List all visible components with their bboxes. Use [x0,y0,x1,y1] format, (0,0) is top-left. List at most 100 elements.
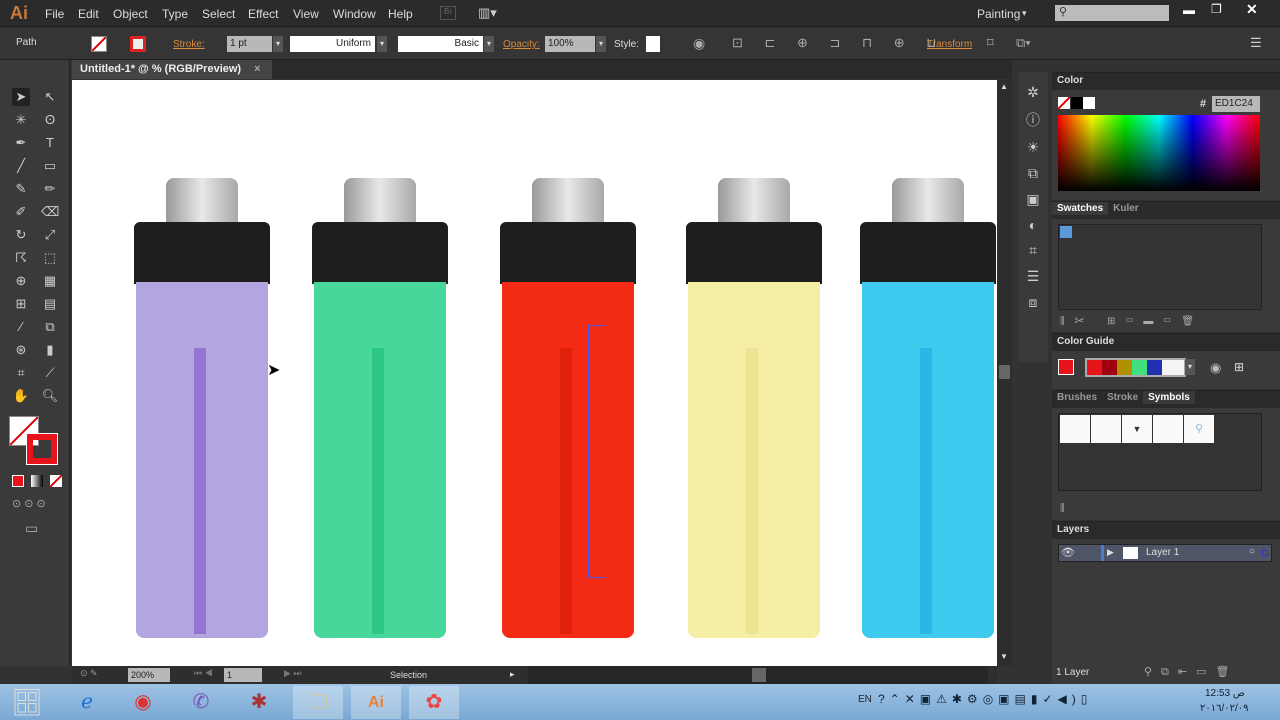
lasso-tool-icon[interactable]: ʘ [41,111,59,129]
chevron-down-icon[interactable]: ▾ [1022,8,1027,19]
lighter-image[interactable] [312,178,448,638]
gradient-icon[interactable]: ▣ [1026,191,1039,208]
artboard-canvas[interactable]: ➤ [72,80,997,666]
tab-swatches[interactable]: Swatches [1052,202,1109,215]
blob-brush-tool-icon[interactable]: ✐ [12,203,30,221]
layers-footer-icons[interactable]: ⚲⧉⇤▭🗑︎ [1144,665,1239,679]
layers-title[interactable]: Layers [1057,524,1089,535]
status-menu-arrow[interactable]: ▸ [510,669,515,680]
status-tool-label[interactable]: Selection [390,670,427,680]
navigator-icon[interactable]: ✲ [1027,84,1039,101]
menu-type[interactable]: Type [162,7,188,21]
shape-builder-tool-icon[interactable]: ⊕ [12,272,30,290]
lighter-image[interactable] [134,178,270,638]
symbol-item[interactable] [1153,415,1183,443]
save-color-group-icon[interactable]: ⊞ [1234,360,1244,374]
gradient-mode-button[interactable] [31,475,43,487]
transform-link[interactable]: Transform [927,39,972,50]
swatch-pattern[interactable] [1060,226,1072,238]
align-icon[interactable]: ☰ [1027,268,1040,285]
scroll-thumb[interactable] [999,365,1010,379]
pencil-tool-icon[interactable]: ✏ [41,180,59,198]
symbol-sprayer-tool-icon[interactable]: ⊛ [12,341,30,359]
selection-tool-icon[interactable]: ➤ [12,88,30,106]
graphic-styles-icon[interactable]: ⧉ [1028,165,1038,182]
scroll-down-icon[interactable]: ▼ [1000,652,1008,661]
explorer-icon[interactable]: 🗀︎ [293,686,343,719]
direct-selection-tool-icon[interactable]: ↖ [41,88,59,106]
opacity-field[interactable]: 100% [545,36,595,52]
clock-time[interactable]: 12:53 ص [1205,688,1245,699]
symbol-libraries-icon[interactable]: ⫼ [1060,503,1065,514]
hex-field[interactable]: ED1C24 [1212,96,1260,112]
artboard-tool-icon[interactable]: ⌗ [12,364,30,382]
info-icon[interactable]: ⓘ [1026,110,1040,130]
symbol-item[interactable] [1091,415,1121,443]
pen-tool-icon[interactable]: ✒ [12,134,30,152]
opacity-label[interactable]: Opacity: [503,39,540,50]
recolor-artwork-icon[interactable]: ◉ [693,35,705,52]
base-color-swatch[interactable] [1058,359,1074,375]
layer-row[interactable]: 👁︎ ▶ Layer 1 ○ [1058,544,1272,562]
none-swatch[interactable] [1057,96,1071,110]
visibility-eye-icon[interactable]: 👁︎ [1061,546,1075,559]
start-button[interactable]: 🪟︎ [2,686,52,719]
edit-colors-icon[interactable]: ◉ [1210,360,1221,376]
eraser-tool-icon[interactable]: ⌫ [41,203,59,221]
horizontal-scrollbar[interactable] [528,666,988,684]
eyedropper-tool-icon[interactable]: ⁄ [12,318,30,336]
menu-select[interactable]: Select [202,7,235,21]
color-mode-button[interactable] [12,475,24,487]
tab-stroke[interactable]: Stroke [1102,391,1143,404]
black-swatch[interactable] [1071,97,1083,109]
system-tray-icons[interactable]: ?⌃✕▣⚠✱⚙◎▣▤▮✓◀)▯ [878,692,1092,706]
harmony-swatch[interactable] [1147,360,1162,375]
brush-definition[interactable]: Basic [398,36,483,52]
slice-tool-icon[interactable]: ⟋ [41,364,59,382]
transform-icon[interactable]: ⌗ [1029,242,1037,259]
arrange-documents-icon[interactable]: ▥▾ [478,5,497,21]
bridge-button[interactable]: Br [440,6,456,20]
status-icons[interactable]: ⊙ ✎ [80,668,98,679]
magic-wand-tool-icon[interactable]: ✳ [12,111,30,129]
harmony-dropdown[interactable]: ▾ [1185,359,1195,375]
expand-triangle-icon[interactable]: ▶ [1107,547,1114,558]
hand-tool-icon[interactable]: ✋ [12,387,30,405]
type-tool-icon[interactable]: T [41,134,59,152]
menu-object[interactable]: Object [113,7,148,21]
menu-view[interactable]: View [293,7,319,21]
clock-date[interactable]: ٢٠١٦/٠٢/٠٩ [1200,703,1249,714]
menu-file[interactable]: File [45,7,64,21]
harmony-swatch[interactable] [1102,360,1117,375]
fill-none-swatch[interactable] [91,36,107,52]
layer-name[interactable]: Layer 1 [1146,547,1179,558]
harmony-swatch[interactable] [1087,360,1102,375]
warp-tool-icon[interactable]: ☈ [12,249,30,267]
tab-brushes[interactable]: Brushes [1052,391,1102,404]
minimize-button[interactable]: ▬ [1183,3,1195,17]
align-icons[interactable]: ⊡ ⊏ ⊕ ⊐ ⊓ ⊕ ⊔ [732,35,945,51]
free-transform-tool-icon[interactable]: ⬚ [41,249,59,267]
chrome-icon[interactable]: ◉ [118,686,168,719]
artboard-nav-prev[interactable]: ⏮ ◀ [194,668,213,679]
close-button[interactable]: ✕ [1246,1,1258,18]
artboard-number-field[interactable]: 1 [224,668,262,682]
panel-menu-icon[interactable]: ☰ [1250,35,1262,51]
color-spectrum[interactable] [1058,115,1260,191]
document-tab[interactable]: Untitled-1* @ % (RGB/Preview) × [72,60,272,79]
menu-help[interactable]: Help [388,7,413,21]
scroll-up-icon[interactable]: ▲ [1000,82,1008,91]
stroke-color-box[interactable] [26,433,58,465]
symbol-item[interactable] [1060,415,1090,443]
harmony-swatch[interactable] [1117,360,1132,375]
brush-dropdown[interactable]: ▾ [484,36,494,52]
rectangle-tool-icon[interactable]: ▭ [41,157,59,175]
stroke-label[interactable]: Stroke: [173,39,205,50]
blend-tool-icon[interactable]: ⧉ [41,318,59,336]
stroke-weight-dropdown[interactable]: ▾ [273,36,283,52]
perspective-grid-tool-icon[interactable]: ▦ [41,272,59,290]
app-icon[interactable]: ✱ [234,686,284,719]
lighter-image[interactable] [860,178,996,638]
make-envelope-icon[interactable]: ⧉▾ [1016,35,1031,51]
transparency-icon[interactable]: ◐ [1029,217,1037,233]
